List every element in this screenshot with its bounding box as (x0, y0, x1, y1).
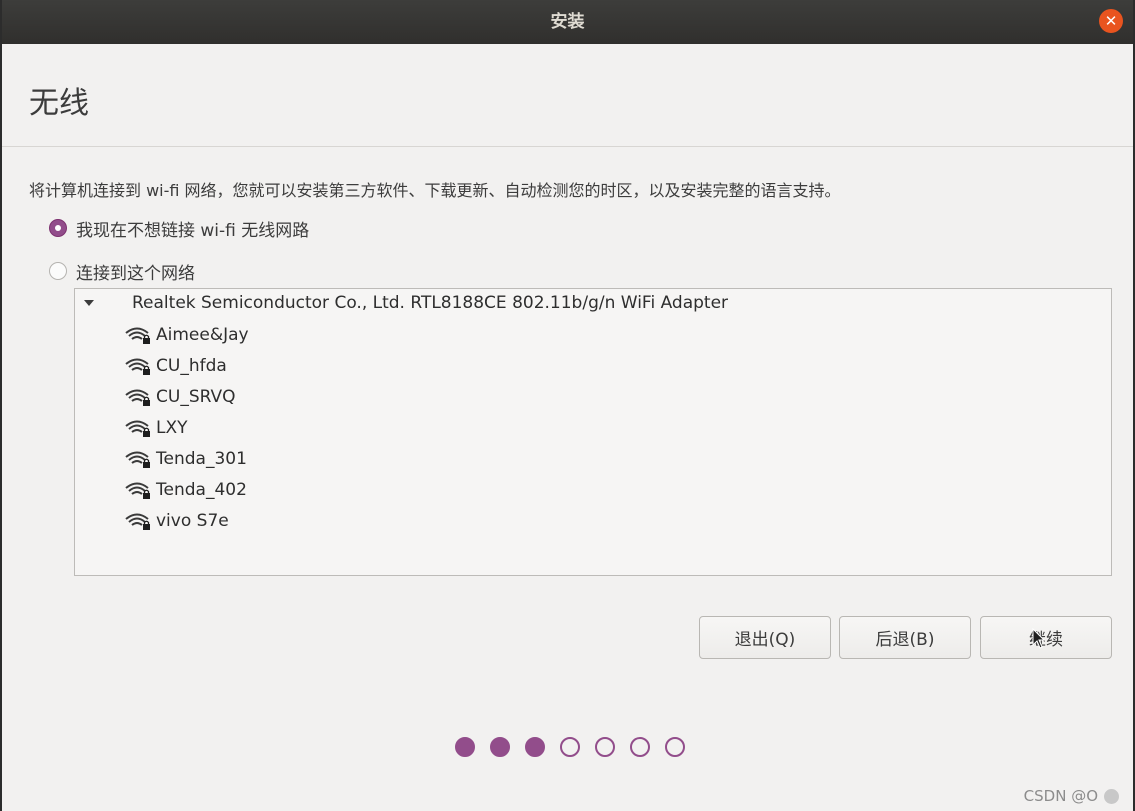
progress-dot-empty (560, 737, 580, 757)
network-ssid: CU_SRVQ (156, 387, 236, 407)
progress-dots (455, 737, 700, 757)
network-item[interactable]: Aimee&Jay (124, 321, 249, 349)
wifi-locked-icon (125, 420, 150, 437)
title-bar[interactable]: 安装 ✕ (2, 0, 1133, 44)
continue-button[interactable]: 继续 (980, 616, 1112, 659)
wifi-locked-icon (125, 358, 150, 375)
network-list[interactable]: Realtek Semiconductor Co., Ltd. RTL8188C… (74, 288, 1112, 576)
network-ssid: CU_hfda (156, 356, 227, 376)
radio-button-checked[interactable] (49, 219, 67, 237)
radio-connect-network-label: 连接到这个网络 (76, 263, 195, 284)
window-title: 安装 (550, 12, 585, 32)
network-ssid: Aimee&Jay (156, 325, 249, 345)
network-ssid: vivo S7e (156, 511, 229, 531)
progress-dot-filled (490, 737, 510, 757)
watermark-dot-icon (1104, 788, 1119, 804)
radio-no-wifi-label: 我现在不想链接 wi-fi 无线网路 (76, 220, 310, 241)
wifi-locked-icon (125, 513, 150, 530)
wifi-locked-icon (125, 451, 150, 468)
wifi-locked-icon (125, 482, 150, 499)
radio-button-unchecked[interactable] (49, 262, 67, 280)
radio-connect-network[interactable]: 连接到这个网络 (49, 259, 195, 284)
wifi-locked-icon (125, 327, 150, 344)
adapter-name: Realtek Semiconductor Co., Ltd. RTL8188C… (132, 293, 729, 313)
close-icon: ✕ (1104, 12, 1118, 30)
wifi-locked-icon (125, 389, 150, 406)
page-title: 无线 (29, 86, 89, 121)
progress-dot-filled (455, 737, 475, 757)
mouse-cursor-icon (1032, 628, 1046, 649)
network-item[interactable]: CU_hfda (124, 352, 227, 380)
network-ssid: Tenda_402 (156, 480, 247, 500)
expander-arrow-icon[interactable] (84, 300, 94, 306)
progress-dot-empty (595, 737, 615, 757)
watermark-text: CSDN @O (1023, 787, 1098, 805)
network-item[interactable]: vivo S7e (124, 507, 229, 535)
network-item[interactable]: Tenda_301 (124, 445, 247, 473)
quit-button[interactable]: 退出(Q) (699, 616, 831, 659)
network-ssid: LXY (156, 418, 188, 438)
network-item[interactable]: CU_SRVQ (124, 383, 236, 411)
progress-dot-empty (630, 737, 650, 757)
progress-dot-filled (525, 737, 545, 757)
radio-no-wifi[interactable]: 我现在不想链接 wi-fi 无线网路 (49, 216, 310, 241)
network-ssid: Tenda_301 (156, 449, 247, 469)
network-item[interactable]: Tenda_402 (124, 476, 247, 504)
network-item[interactable]: LXY (124, 414, 188, 442)
installer-window: 安装 ✕ 无线 将计算机连接到 wi-fi 网络，您就可以安装第三方软件、下载更… (0, 0, 1135, 811)
page-header: 无线 (2, 44, 1133, 147)
back-button[interactable]: 后退(B) (839, 616, 971, 659)
progress-dot-empty (665, 737, 685, 757)
watermark: CSDN @O (1024, 787, 1119, 805)
close-button[interactable]: ✕ (1099, 9, 1123, 33)
page-description: 将计算机连接到 wi-fi 网络，您就可以安装第三方软件、下载更新、自动检测您的… (29, 181, 841, 200)
